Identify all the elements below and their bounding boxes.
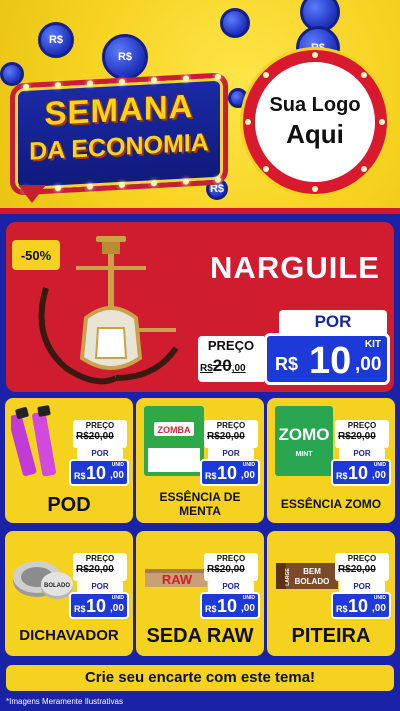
price-integer: 10: [86, 596, 107, 616]
old-price-value: R$20,00: [207, 431, 245, 442]
old-price-value: R$20,00: [338, 564, 376, 575]
product-card-essencia-zomo[interactable]: ZOMO MINT PREÇO R$20,00 POR R$ 10 ,00 UN…: [267, 398, 395, 523]
product-card-essencia-menta[interactable]: ZOMBA PREÇO R$20,00 POR R$ 10 ,00 UNID E…: [136, 398, 264, 523]
coin-icon: R$: [102, 34, 148, 80]
banner-title: SEMANA: [44, 87, 194, 132]
svg-text:ZOMBA: ZOMBA: [158, 425, 191, 435]
coin-icon: R$: [38, 22, 74, 58]
price-decimal: ,00: [372, 603, 386, 614]
seda-raw-image: RAW: [145, 569, 207, 587]
new-price: R$ 10 ,00 UNID: [331, 592, 391, 619]
price-currency: R$: [275, 354, 299, 374]
old-price-value: R$20,00: [76, 431, 114, 442]
new-price: R$ 10 ,00 UNID: [331, 459, 391, 486]
old-price-label: PREÇO: [85, 421, 115, 430]
price-integer: 10: [348, 596, 369, 616]
price-integer: 10: [309, 340, 352, 382]
svg-text:BOLADO: BOLADO: [44, 583, 70, 589]
essencia-menta-image: ZOMBA: [144, 406, 204, 476]
price-decimal: ,00: [355, 354, 382, 375]
price-unit: UNID: [242, 462, 255, 468]
cta-banner[interactable]: Crie seu encarte com este tema!: [6, 665, 394, 691]
banner-subtitle: DA ECONOMIA: [29, 128, 209, 166]
essencia-zomo-image: ZOMO MINT: [275, 406, 333, 476]
price-decimal: ,00: [372, 470, 386, 481]
new-price: R$ 10 ,00 UNID: [200, 592, 260, 619]
old-price: PREÇO R$20,00: [335, 553, 389, 581]
product-card-dichavador[interactable]: BOLADO PREÇO R$20,00 POR R$ 10 ,00 UNID …: [5, 531, 133, 656]
old-price-label: PREÇO: [207, 338, 255, 353]
price-integer: 10: [217, 596, 238, 616]
product-card-seda-raw[interactable]: RAW PREÇO R$20,00 POR R$ 10 ,00 UNID SED…: [136, 531, 264, 656]
banner-tail: [18, 185, 46, 203]
old-price-label: PREÇO: [216, 421, 246, 430]
logo-line1: Sua Logo: [269, 94, 361, 116]
product-name: ESSÊNCIA ZOMO: [280, 497, 382, 511]
svg-text:BEM: BEM: [303, 567, 321, 576]
discount-badge: -50%: [12, 240, 60, 270]
price-currency: R$: [336, 604, 348, 614]
new-price: R$ 10 ,00 UNID: [69, 459, 129, 486]
old-price-value: R$20,00: [200, 356, 246, 375]
price-integer: 10: [217, 463, 238, 483]
old-price-label: PREÇO: [347, 554, 377, 563]
svg-text:ZOMO: ZOMO: [279, 425, 330, 444]
price-currency: R$: [74, 471, 86, 481]
product-name: SEDA RAW: [146, 625, 254, 647]
price-unit: UNID: [111, 462, 124, 468]
header: R$ R$ R$ R$ SEMANA DA ECONOMIA Sua Logo: [0, 0, 400, 215]
price-unit: UNID: [242, 595, 255, 601]
price-currency: R$: [336, 471, 348, 481]
price-currency: R$: [205, 604, 217, 614]
logo-line2: Aqui: [286, 119, 344, 149]
price-decimal: ,00: [110, 470, 124, 481]
new-price: R$ 10 ,00 UNID: [200, 459, 260, 486]
price-unit: KIT: [364, 339, 381, 350]
disclaimer-text: *Imagens Meramente Ilustrativas: [6, 697, 123, 706]
price-decimal: ,00: [241, 470, 255, 481]
price-integer: 10: [86, 463, 107, 483]
new-price-label: POR: [279, 310, 387, 334]
old-price: PREÇO R$20,00: [335, 420, 389, 448]
featured-old-price: PREÇO R$20,00: [198, 336, 264, 382]
svg-text:MINT: MINT: [295, 451, 313, 458]
old-price-value: R$20,00: [207, 564, 245, 575]
price-unit: UNID: [373, 595, 386, 601]
old-price: PREÇO R$20,00: [204, 553, 258, 581]
svg-text:BOLADO: BOLADO: [295, 577, 330, 586]
campaign-banner: SEMANA DA ECONOMIA: [10, 72, 228, 196]
logo-text-area: Sua Logo Aqui: [255, 62, 375, 182]
price-currency: R$: [205, 471, 217, 481]
price-unit: UNID: [373, 462, 386, 468]
pod-image: [11, 405, 56, 477]
product-card-pod[interactable]: PREÇO R$20,00 POR R$ 10 ,00 UNID POD: [5, 398, 133, 523]
product-name: ESSÊNCIA DE MENTA: [159, 490, 241, 518]
product-name: POD: [47, 494, 91, 516]
product-card-piteira[interactable]: LARGE BEM BOLADO PREÇO R$20,00 POR R$ 10…: [267, 531, 395, 656]
svg-text:LARGE: LARGE: [285, 568, 291, 586]
old-price-label: PREÇO: [85, 554, 115, 563]
logo-placeholder[interactable]: Sua Logo Aqui: [243, 50, 387, 194]
old-price-label: PREÇO: [347, 421, 377, 430]
old-price: PREÇO R$20,00: [73, 420, 127, 448]
old-price: PREÇO R$20,00: [204, 420, 258, 448]
price-unit: UNID: [111, 595, 124, 601]
new-price: R$ 10 ,00 UNID: [69, 592, 129, 619]
product-name: PITEIRA: [291, 625, 371, 647]
old-price-label: PREÇO: [216, 554, 246, 563]
price-decimal: ,00: [110, 603, 124, 614]
dichavador-image: BOLADO: [13, 561, 73, 599]
price-currency: R$: [74, 604, 86, 614]
price-decimal: ,00: [241, 603, 255, 614]
old-price-value: R$20,00: [76, 564, 114, 575]
price-integer: 10: [348, 463, 369, 483]
svg-text:RAW: RAW: [162, 572, 193, 587]
coin-icon: [220, 8, 250, 38]
old-price: PREÇO R$20,00: [73, 553, 127, 581]
old-price-value: R$20,00: [338, 431, 376, 442]
featured-new-price: R$ 10 ,00 KIT: [264, 333, 390, 385]
featured-product-name: NARGUILE: [210, 250, 380, 285]
product-name: DICHAVADOR: [19, 627, 119, 644]
piteira-image: LARGE BEM BOLADO: [276, 563, 338, 589]
